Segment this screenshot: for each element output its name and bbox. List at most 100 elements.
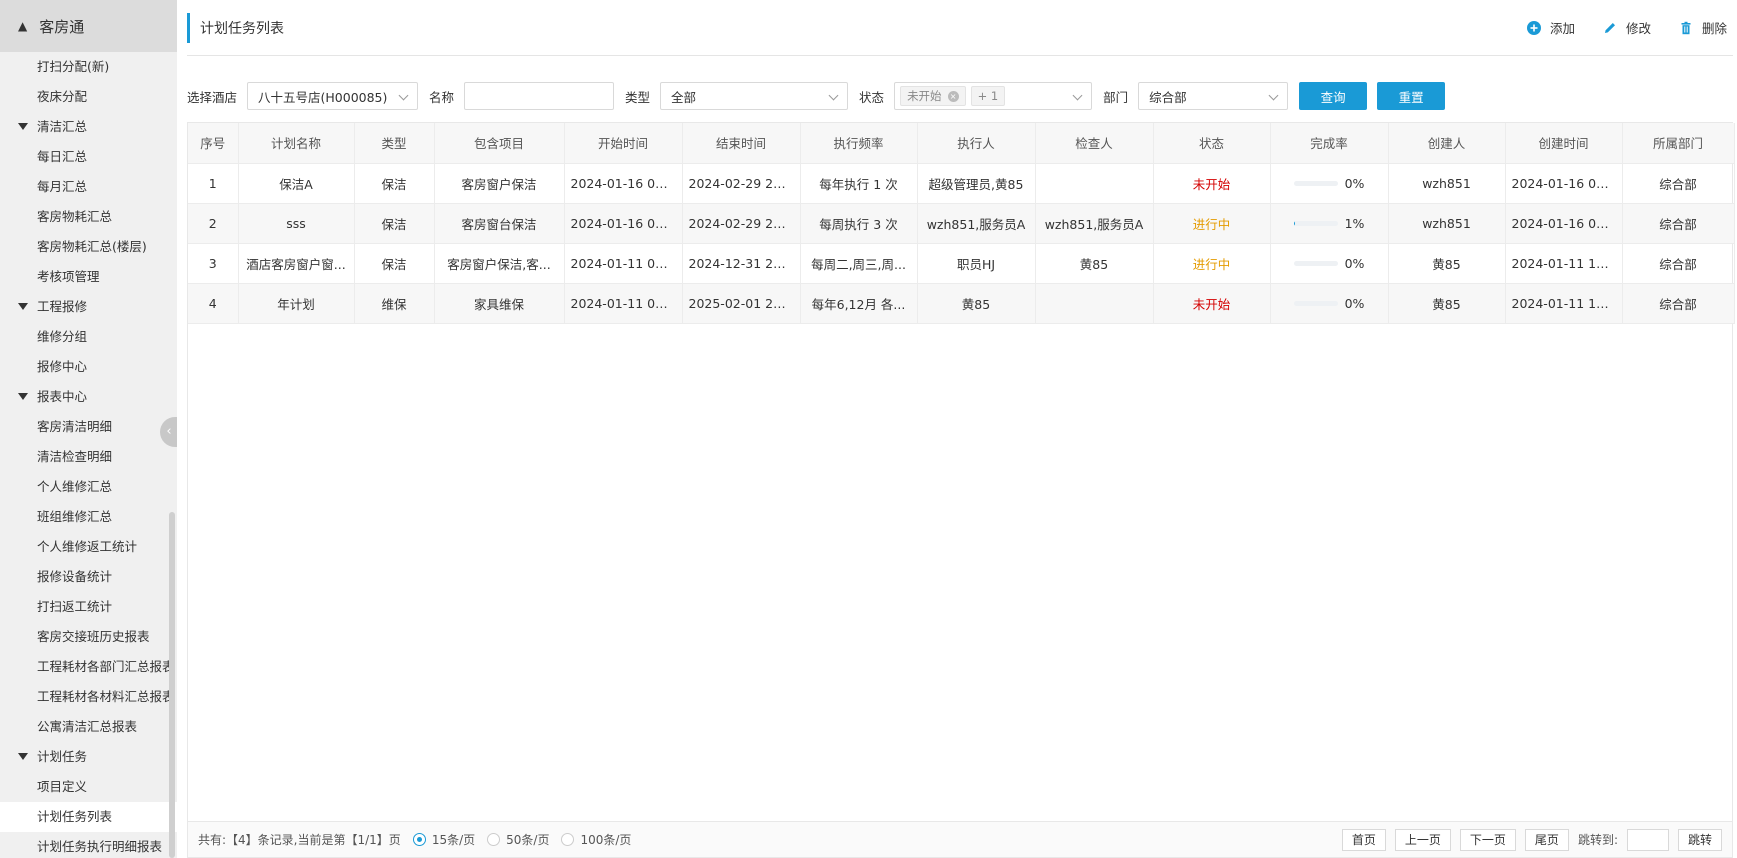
page-header: 计划任务列表 添加 修改 删除 [187, 0, 1733, 56]
last-page-button[interactable]: 尾页 [1524, 828, 1569, 851]
first-page-button[interactable]: 首页 [1341, 828, 1386, 851]
hotel-select[interactable]: 八十五号店(H000085) [247, 82, 419, 110]
sidebar-item[interactable]: 项目定义 [0, 772, 177, 802]
sidebar-item[interactable]: 每日汇总 [0, 142, 177, 172]
query-button[interactable]: 查询 [1299, 82, 1368, 110]
column-header[interactable]: 类型 [354, 123, 435, 164]
table-row[interactable]: 3 酒店客房窗户窗... 保洁 客房窗户保洁,客... 2024-01-11 00:..… [188, 243, 1735, 284]
type-select[interactable]: 全部 [660, 82, 849, 110]
cell-items: 客房窗户保洁 [434, 163, 565, 204]
column-header[interactable]: 计划名称 [238, 123, 355, 164]
column-header[interactable]: 开始时间 [564, 123, 683, 164]
sidebar-item[interactable]: 客房物耗汇总(楼层) [0, 232, 177, 262]
completion-rate-cell: 1% [1270, 203, 1389, 244]
status-badge: 进行中 [1153, 243, 1271, 284]
status-select[interactable]: 未开始 × + 1 [894, 82, 1093, 110]
add-button[interactable]: 添加 [1526, 18, 1575, 37]
cell-dept: 综合部 [1622, 243, 1735, 284]
sidebar-item[interactable]: 计划任务列表 [0, 802, 177, 832]
column-header[interactable]: 序号 [188, 123, 239, 164]
sidebar-item[interactable]: 客房物耗汇总 [0, 202, 177, 232]
jump-label: 跳转到: [1577, 833, 1618, 847]
sidebar-scrollbar[interactable] [169, 512, 175, 858]
cell-type: 维保 [354, 283, 435, 324]
add-label: 添加 [1549, 21, 1575, 36]
page-size-radio[interactable]: 100条/页 [561, 831, 631, 848]
table-row[interactable]: 4 年计划 维保 家具维保 2024-01-11 00:... 2025-02-01 23… [188, 283, 1735, 324]
caret-down-icon [18, 393, 28, 400]
table-body: 1 保洁A 保洁 客房窗户保洁 2024-01-16 00:... 2024-02-29 … [188, 163, 1735, 324]
sidebar-item-label: 考核项管理 [37, 269, 100, 284]
sidebar-group[interactable]: 清洁汇总 [0, 112, 177, 142]
column-header[interactable]: 创建时间 [1505, 123, 1623, 164]
sidebar-item[interactable]: 公寓清洁汇总报表 [0, 712, 177, 742]
chevron-down-icon [828, 90, 839, 101]
sidebar-item[interactable]: 报修设备统计 [0, 562, 177, 592]
page-size-label: 15条/页 [431, 832, 476, 847]
sidebar-item[interactable]: 计划任务执行明细报表 [0, 832, 177, 858]
sidebar-group[interactable]: 工程报修 [0, 292, 177, 322]
jump-button[interactable]: 跳转 [1677, 828, 1722, 851]
sidebar-item[interactable]: 工程耗材各部门汇总报表 [0, 652, 177, 682]
sidebar-item[interactable]: 个人维修汇总 [0, 472, 177, 502]
sidebar-item-label: 客房物耗汇总 [37, 209, 113, 224]
sidebar-item-label: 个人维修汇总 [37, 479, 113, 494]
name-input[interactable] [464, 82, 615, 110]
sidebar-item[interactable]: 工程耗材各材料汇总报表 [0, 682, 177, 712]
sidebar-item[interactable]: 客房清洁明细 [0, 412, 177, 442]
page-title: 计划任务列表 [200, 20, 284, 37]
sidebar-header[interactable]: ▲ 客房通 [0, 0, 177, 52]
column-header[interactable]: 检查人 [1035, 123, 1154, 164]
edit-button[interactable]: 修改 [1603, 18, 1651, 37]
page-size-radio[interactable]: 50条/页 [487, 831, 549, 848]
page-size-radio[interactable]: 15条/页 [412, 831, 476, 848]
table-row[interactable]: 2 sss 保洁 客房窗台保洁 2024-01-16 00:... 2024-02-29 … [188, 203, 1735, 244]
title-accent-bar [187, 12, 190, 43]
sidebar-item-label: 夜床分配 [37, 89, 88, 104]
sidebar-item-label: 报表中心 [37, 389, 88, 404]
table-row[interactable]: 1 保洁A 保洁 客房窗户保洁 2024-01-16 00:... 2024-02-29 … [188, 163, 1735, 204]
cell-freq: 每周执行 3 次 [800, 203, 918, 244]
column-header[interactable]: 所属部门 [1622, 123, 1735, 164]
cell-executor: 职员HJ [917, 243, 1036, 284]
prev-page-button[interactable]: 上一页 [1394, 828, 1451, 851]
cell-no: 1 [188, 163, 239, 204]
column-header[interactable]: 包含项目 [434, 123, 565, 164]
sidebar-item[interactable]: 班组维修汇总 [0, 502, 177, 532]
column-header[interactable]: 状态 [1153, 123, 1271, 164]
delete-label: 删除 [1701, 21, 1727, 36]
dept-label: 部门 [1103, 89, 1129, 105]
cell-items: 客房窗台保洁 [434, 203, 565, 244]
sidebar-item[interactable]: 夜床分配 [0, 82, 177, 112]
next-page-button[interactable]: 下一页 [1459, 828, 1516, 851]
tag-close-icon[interactable]: × [947, 90, 959, 102]
sidebar-item-label: 公寓清洁汇总报表 [37, 719, 138, 734]
column-header[interactable]: 执行人 [917, 123, 1036, 164]
sidebar-item[interactable]: 清洁检查明细 [0, 442, 177, 472]
column-header[interactable]: 执行频率 [800, 123, 918, 164]
cell-no: 2 [188, 203, 239, 244]
jump-page-input[interactable] [1626, 828, 1669, 851]
sidebar-item[interactable]: 报修中心 [0, 352, 177, 382]
sidebar-group[interactable]: 报表中心 [0, 382, 177, 412]
column-header[interactable]: 结束时间 [682, 123, 801, 164]
reset-button[interactable]: 重置 [1377, 82, 1446, 110]
sidebar-item[interactable]: 个人维修返工统计 [0, 532, 177, 562]
sidebar-item[interactable]: 考核项管理 [0, 262, 177, 292]
cell-start: 2024-01-16 00:... [564, 203, 683, 244]
radio-circle-icon [487, 832, 501, 846]
sidebar-item[interactable]: 打扫返工统计 [0, 592, 177, 622]
delete-button[interactable]: 删除 [1679, 18, 1727, 37]
sidebar-item[interactable]: 维修分组 [0, 322, 177, 352]
sidebar-item[interactable]: 打扫分配(新) [0, 52, 177, 82]
column-header[interactable]: 完成率 [1270, 123, 1389, 164]
dept-select[interactable]: 综合部 [1138, 82, 1289, 110]
sidebar-item-label: 维修分组 [37, 329, 88, 344]
column-header[interactable]: 创建人 [1388, 123, 1506, 164]
sidebar-item[interactable]: 每月汇总 [0, 172, 177, 202]
cell-checker: wzh851,服务员A [1035, 203, 1154, 244]
progress: 0% [1277, 256, 1382, 271]
sidebar-item[interactable]: 客房交接班历史报表 [0, 622, 177, 652]
sidebar-group[interactable]: 计划任务 [0, 742, 177, 772]
cell-executor: 黄85 [917, 283, 1036, 324]
